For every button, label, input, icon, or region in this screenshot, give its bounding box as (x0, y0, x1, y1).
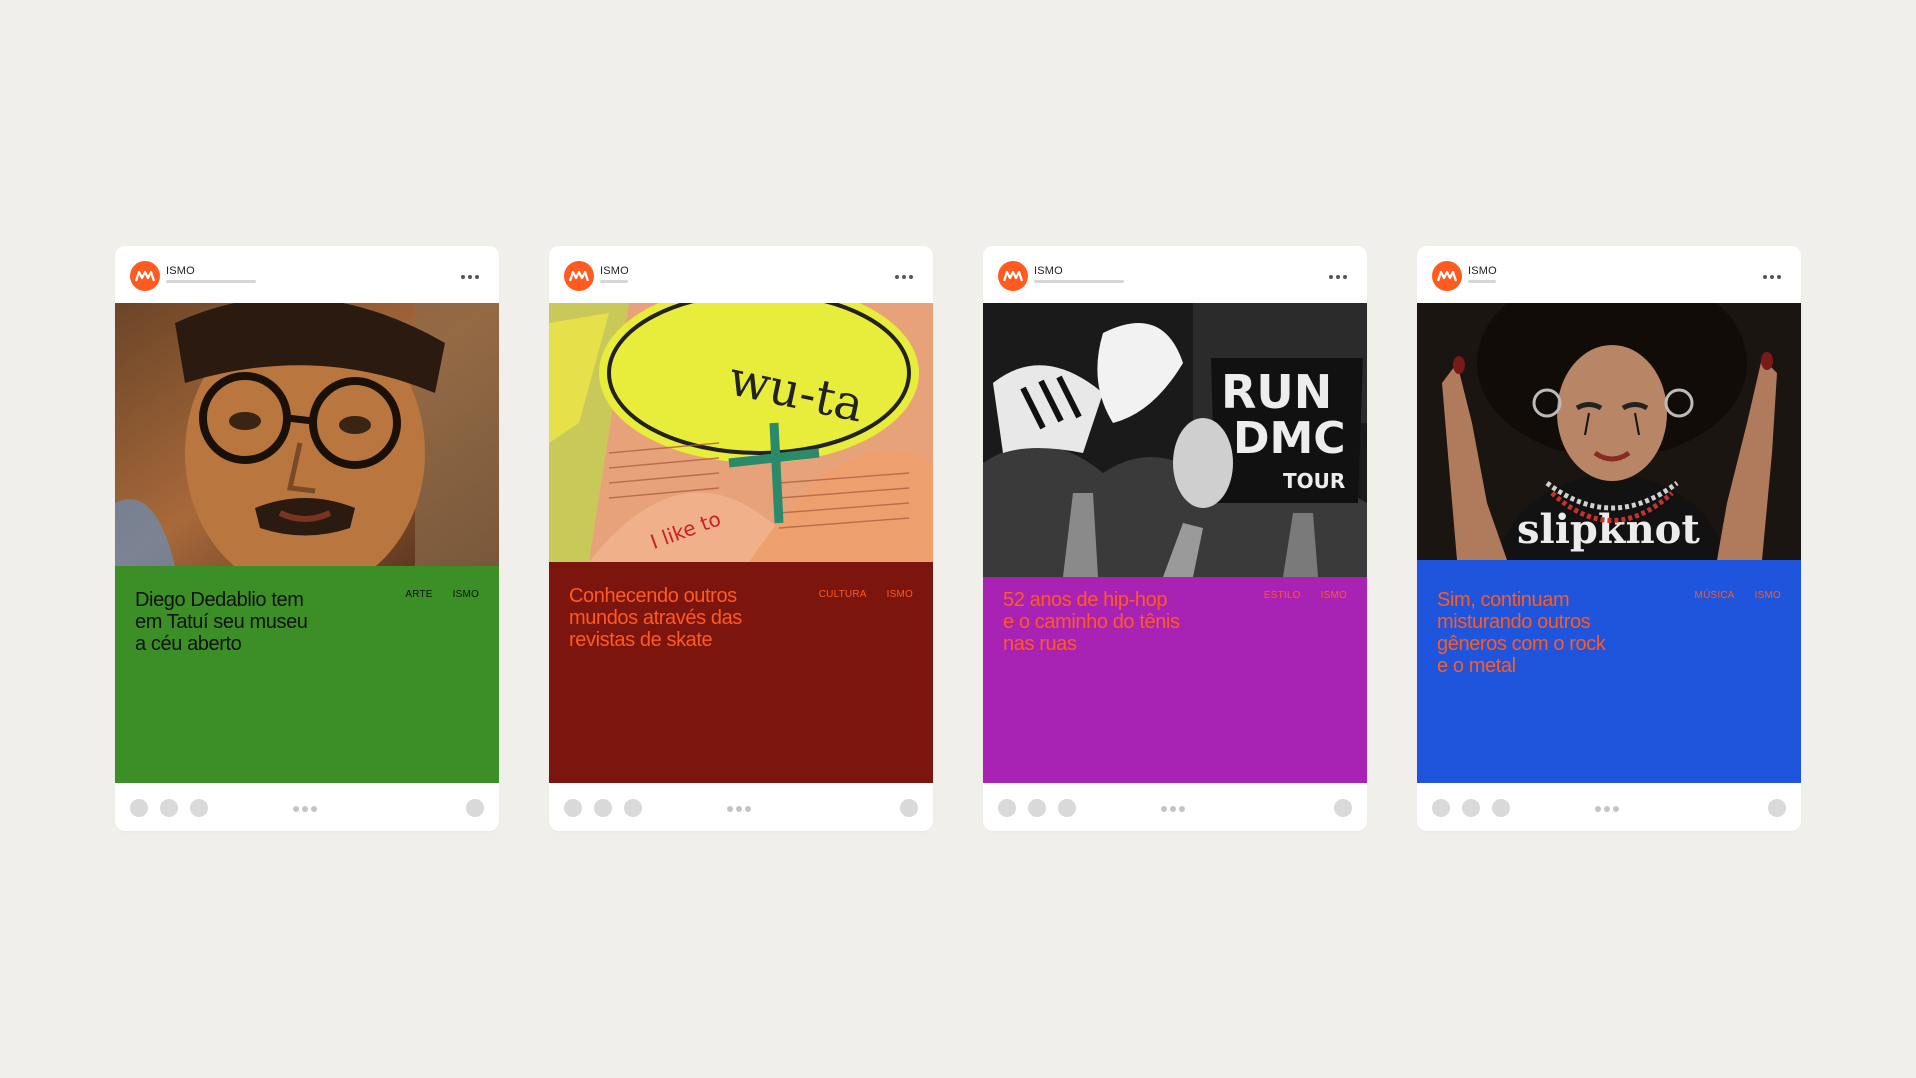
svg-text:TOUR: TOUR (1283, 469, 1345, 493)
post-tags: CULTURA ISMO (819, 589, 913, 600)
account-handle[interactable]: ISMO (166, 265, 195, 277)
share-icon[interactable] (624, 799, 642, 817)
post-header: ISMO (983, 246, 1367, 303)
post-footer (549, 783, 933, 831)
save-icon[interactable] (1768, 799, 1786, 817)
tag-brand[interactable]: ISMO (453, 589, 479, 600)
post-card-3[interactable]: ISMO RUN DMC TOUR 52 anos de hip-hop e o… (983, 246, 1367, 831)
svg-text:RUN: RUN (1221, 365, 1332, 419)
post-card-4[interactable]: ISMO slipknot Sim, continuam misturando … (1417, 246, 1801, 831)
like-icon[interactable] (998, 799, 1016, 817)
save-icon[interactable] (466, 799, 484, 817)
like-icon[interactable] (564, 799, 582, 817)
handle-underline (1468, 280, 1496, 283)
more-options-icon[interactable] (1329, 275, 1347, 279)
account-handle[interactable]: ISMO (600, 265, 629, 277)
post-caption[interactable]: Conhecendo outros mundos através das rev… (549, 562, 933, 783)
account-handle[interactable]: ISMO (1468, 265, 1497, 277)
account-handle[interactable]: ISMO (1034, 265, 1063, 277)
more-options-icon[interactable] (461, 275, 479, 279)
run-dmc-concert-image: RUN DMC TOUR (983, 303, 1367, 577)
tag-category[interactable]: MÚSICA (1695, 590, 1735, 601)
post-header: ISMO (549, 246, 933, 303)
comment-icon[interactable] (1028, 799, 1046, 817)
carousel-dots[interactable] (1595, 806, 1619, 812)
woman-metal-portrait-image: slipknot (1417, 303, 1801, 560)
feed-canvas: ISMO Diego Dedablio tem em Tatuí seu mus… (0, 0, 1916, 1078)
save-icon[interactable] (900, 799, 918, 817)
tag-brand[interactable]: ISMO (887, 589, 913, 600)
post-footer (983, 783, 1367, 831)
tag-category[interactable]: CULTURA (819, 589, 867, 600)
oil-painting-portrait-image (115, 303, 499, 566)
svg-text:slipknot: slipknot (1517, 506, 1700, 553)
post-footer (1417, 783, 1801, 831)
post-header: ISMO (1417, 246, 1801, 303)
share-icon[interactable] (190, 799, 208, 817)
post-caption[interactable]: 52 anos de hip-hop e o caminho do tênis … (983, 577, 1367, 783)
like-icon[interactable] (1432, 799, 1450, 817)
more-options-icon[interactable] (1763, 275, 1781, 279)
tag-brand[interactable]: ISMO (1755, 590, 1781, 601)
ismo-logo-icon (1437, 270, 1457, 282)
ismo-logo-icon (569, 270, 589, 282)
ismo-logo-icon (1003, 270, 1023, 282)
post-header: ISMO (115, 246, 499, 303)
post-tags: ARTE ISMO (405, 589, 479, 600)
carousel-dots[interactable] (1161, 806, 1185, 812)
tag-brand[interactable]: ISMO (1321, 590, 1347, 601)
handle-underline (166, 280, 256, 283)
post-title[interactable]: Sim, continuam misturando outros gêneros… (1437, 589, 1652, 677)
share-icon[interactable] (1058, 799, 1076, 817)
ismo-logo-icon (135, 270, 155, 282)
more-options-icon[interactable] (895, 275, 913, 279)
post-title[interactable]: Diego Dedablio tem em Tatuí seu museu a … (135, 589, 350, 655)
avatar[interactable] (998, 261, 1028, 291)
avatar[interactable] (564, 261, 594, 291)
handle-underline (600, 280, 628, 283)
tag-category[interactable]: ARTE (405, 589, 432, 600)
save-icon[interactable] (1334, 799, 1352, 817)
post-card-2[interactable]: ISMO wu-ta I like to Conhecendo outros m… (549, 246, 933, 831)
share-icon[interactable] (1492, 799, 1510, 817)
handle-underline (1034, 280, 1124, 283)
avatar[interactable] (1432, 261, 1462, 291)
post-card-1[interactable]: ISMO Diego Dedablio tem em Tatuí seu mus… (115, 246, 499, 831)
post-title[interactable]: 52 anos de hip-hop e o caminho do tênis … (1003, 589, 1218, 655)
carousel-dots[interactable] (293, 806, 317, 812)
tag-category[interactable]: ESTILO (1264, 590, 1301, 601)
comment-icon[interactable] (594, 799, 612, 817)
post-title[interactable]: Conhecendo outros mundos através das rev… (569, 585, 784, 651)
like-icon[interactable] (130, 799, 148, 817)
post-caption[interactable]: Sim, continuam misturando outros gêneros… (1417, 560, 1801, 783)
comment-icon[interactable] (160, 799, 178, 817)
post-tags: ESTILO ISMO (1264, 590, 1347, 601)
post-caption[interactable]: Diego Dedablio tem em Tatuí seu museu a … (115, 566, 499, 783)
comment-icon[interactable] (1462, 799, 1480, 817)
skate-magazines-image: wu-ta I like to (549, 303, 933, 562)
post-tags: MÚSICA ISMO (1695, 590, 1781, 601)
post-footer (115, 783, 499, 831)
avatar[interactable] (130, 261, 160, 291)
svg-text:DMC: DMC (1233, 413, 1346, 464)
carousel-dots[interactable] (727, 806, 751, 812)
